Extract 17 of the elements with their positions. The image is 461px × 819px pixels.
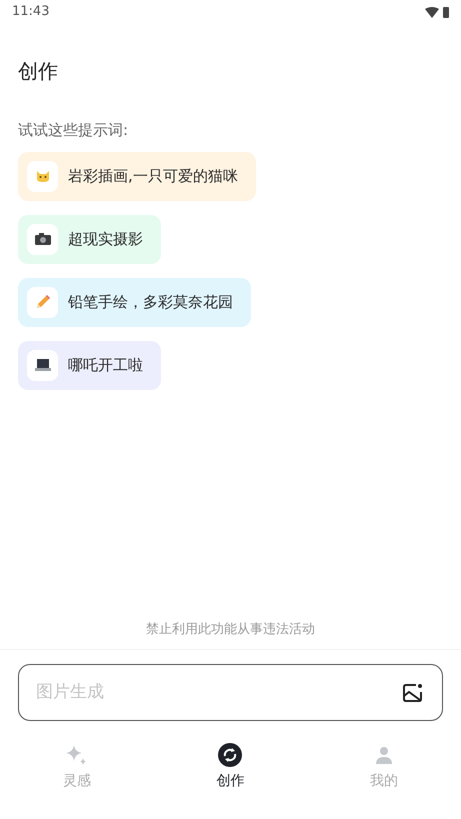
prompt-input-field[interactable]: 图片生成 — [36, 680, 401, 706]
prompt-input-box[interactable]: 图片生成 — [18, 664, 443, 721]
page-title: 创作 — [18, 58, 58, 85]
battery-icon — [443, 6, 449, 18]
refresh-icon — [218, 742, 242, 766]
disclaimer-text: 禁止利用此功能从事违法活动 — [146, 620, 315, 638]
nav-tab[interactable]: 创作 — [195, 742, 266, 792]
status-time: 11:43 — [12, 3, 50, 22]
prompt-chip[interactable]: 哪吒开工啦 — [18, 340, 161, 390]
prompt-chip[interactable]: 铅笔手绘，多彩莫奈花园 — [18, 278, 251, 326]
prompt-chip[interactable]: 超现实摄影 — [18, 214, 161, 264]
laptop-icon — [34, 357, 52, 373]
prompts-heading: 试试这些提示词: — [18, 120, 128, 141]
cat-face-icon — [34, 168, 50, 184]
wifi-icon — [425, 6, 439, 18]
prompt-chip[interactable]: 岩彩插画,一只可爱的猫咪 — [18, 152, 256, 200]
camera-icon — [34, 232, 52, 246]
